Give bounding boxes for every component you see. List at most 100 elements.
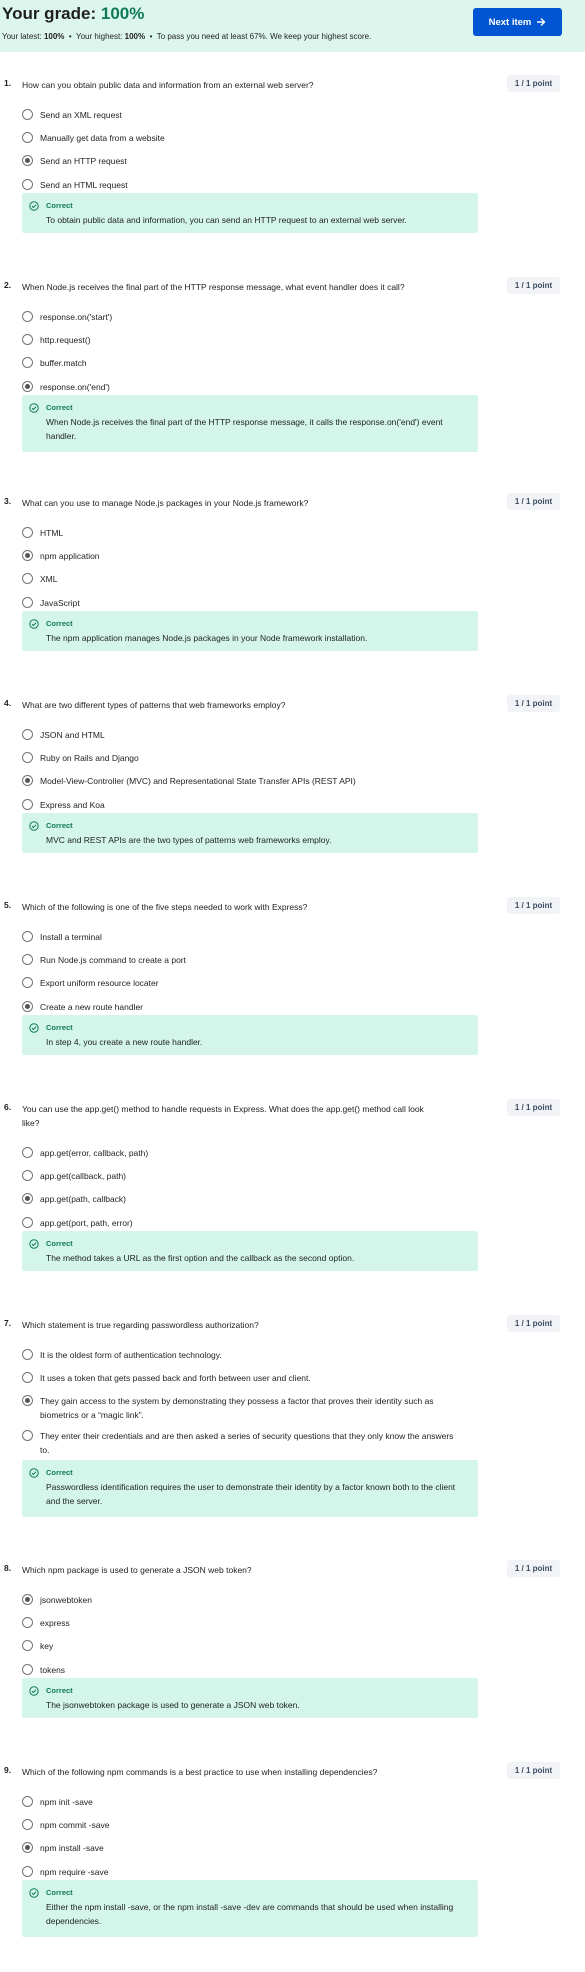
answer-option[interactable]: Export uniform resource locater — [22, 976, 462, 990]
option-label: XML — [40, 574, 58, 584]
radio-button[interactable] — [22, 1170, 33, 1181]
answer-option[interactable]: response.on('end') — [22, 380, 462, 394]
radio-button[interactable] — [22, 799, 33, 810]
radio-button[interactable] — [22, 597, 33, 608]
option-label: npm install -save — [40, 1843, 104, 1853]
option-label: response.on('end') — [40, 382, 110, 392]
radio-button[interactable] — [22, 977, 33, 988]
answer-option[interactable]: jsonwebtoken — [22, 1593, 462, 1607]
answer-option[interactable]: Send an HTTP request — [22, 154, 462, 168]
radio-button[interactable] — [22, 573, 33, 584]
question-text: Which of the following is one of the fiv… — [22, 902, 308, 912]
feedback-label: Correct — [46, 1888, 73, 1897]
radio-button[interactable] — [22, 1001, 33, 1012]
radio-button[interactable] — [22, 527, 33, 538]
feedback-box: Correct When Node.js receives the final p… — [22, 395, 478, 452]
feedback-box: Correct The npm application manages Node.… — [22, 611, 478, 651]
radio-button[interactable] — [22, 1594, 33, 1605]
answer-option[interactable]: Ruby on Rails and Django — [22, 751, 462, 765]
radio-button[interactable] — [22, 775, 33, 786]
answer-option[interactable]: It is the oldest form of authentication … — [22, 1348, 462, 1362]
radio-button[interactable] — [22, 311, 33, 322]
answer-option[interactable]: JavaScript — [22, 596, 462, 610]
answer-option[interactable]: They gain access to the system by demons… — [22, 1394, 462, 1422]
check-circle-icon — [29, 821, 39, 831]
answer-option[interactable]: tokens — [22, 1663, 462, 1677]
radio-button[interactable] — [22, 1617, 33, 1628]
question-text: Which npm package is used to generate a … — [22, 1565, 252, 1575]
answer-option[interactable]: XML — [22, 572, 462, 586]
radio-button[interactable] — [22, 550, 33, 561]
option-label: app.get(port, path, error) — [40, 1218, 133, 1228]
answer-option[interactable]: npm application — [22, 549, 462, 563]
option-label: app.get(error, callback, path) — [40, 1148, 149, 1158]
option-label: Send an XML request — [40, 110, 122, 120]
answer-option[interactable]: app.get(path, callback) — [22, 1192, 462, 1206]
radio-button[interactable] — [22, 1842, 33, 1853]
answer-option[interactable]: Create a new route handler — [22, 1000, 462, 1014]
next-item-button[interactable]: Next item — [473, 8, 562, 36]
radio-button[interactable] — [22, 179, 33, 190]
answer-option[interactable]: JSON and HTML — [22, 728, 462, 742]
option-label: It is the oldest form of authentication … — [40, 1350, 222, 1360]
radio-button[interactable] — [22, 334, 33, 345]
points-badge: 1 / 1 point — [507, 1315, 560, 1332]
answer-option[interactable]: Run Node.js command to create a port — [22, 953, 462, 967]
points-badge: 1 / 1 point — [507, 695, 560, 712]
feedback-label: Correct — [46, 1468, 73, 1477]
radio-button[interactable] — [22, 1193, 33, 1204]
radio-button[interactable] — [22, 1866, 33, 1877]
radio-button[interactable] — [22, 1349, 33, 1360]
answer-option[interactable]: key — [22, 1639, 462, 1653]
answer-option[interactable]: Express and Koa — [22, 798, 462, 812]
radio-button[interactable] — [22, 1147, 33, 1158]
radio-button[interactable] — [22, 1395, 33, 1406]
radio-button[interactable] — [22, 109, 33, 120]
answer-option[interactable]: They enter their credentials and are the… — [22, 1429, 462, 1457]
arrow-right-icon — [537, 18, 546, 26]
grade-value: 100% — [100, 4, 145, 23]
answer-option[interactable]: http.request() — [22, 333, 462, 347]
radio-button[interactable] — [22, 1640, 33, 1651]
radio-button[interactable] — [22, 357, 33, 368]
latest-score: 100% — [43, 32, 65, 41]
feedback-text: The jsonwebtoken package is used to gene… — [46, 1700, 300, 1710]
answer-option[interactable]: npm require -save — [22, 1865, 462, 1879]
answer-option[interactable]: app.get(error, callback, path) — [22, 1146, 462, 1160]
answer-option[interactable]: npm init -save — [22, 1795, 462, 1809]
answer-option[interactable]: response.on('start') — [22, 310, 462, 324]
answer-option[interactable]: It uses a token that gets passed back an… — [22, 1371, 462, 1385]
answer-option[interactable]: npm commit -save — [22, 1818, 462, 1832]
check-circle-icon — [29, 1888, 39, 1898]
radio-button[interactable] — [22, 1430, 33, 1441]
answer-option[interactable]: Model-View-Controller (MVC) and Represen… — [22, 774, 462, 788]
radio-button[interactable] — [22, 954, 33, 965]
answer-option[interactable]: Install a terminal — [22, 930, 462, 944]
question-number: 1. — [4, 78, 12, 88]
radio-button[interactable] — [22, 1372, 33, 1383]
option-label: Ruby on Rails and Django — [40, 753, 139, 763]
radio-button[interactable] — [22, 381, 33, 392]
option-label: npm commit -save — [40, 1820, 110, 1830]
radio-button[interactable] — [22, 1217, 33, 1228]
radio-button[interactable] — [22, 729, 33, 740]
answer-option[interactable]: Manually get data from a website — [22, 131, 462, 145]
radio-button[interactable] — [22, 132, 33, 143]
answer-option[interactable]: npm install -save — [22, 1841, 462, 1855]
answer-option[interactable]: express — [22, 1616, 462, 1630]
radio-button[interactable] — [22, 931, 33, 942]
radio-button[interactable] — [22, 1819, 33, 1830]
feedback-text: To obtain public data and information, y… — [46, 215, 407, 225]
radio-button[interactable] — [22, 1796, 33, 1807]
option-label: http.request() — [40, 335, 91, 345]
answer-option[interactable]: Send an XML request — [22, 108, 462, 122]
radio-button[interactable] — [22, 752, 33, 763]
option-label: Create a new route handler — [40, 1002, 144, 1012]
answer-option[interactable]: app.get(port, path, error) — [22, 1216, 462, 1230]
answer-option[interactable]: Send an HTML request — [22, 178, 462, 192]
answer-option[interactable]: app.get(callback, path) — [22, 1169, 462, 1183]
radio-button[interactable] — [22, 155, 33, 166]
answer-option[interactable]: HTML — [22, 526, 462, 540]
radio-button[interactable] — [22, 1664, 33, 1675]
answer-option[interactable]: buffer.match — [22, 356, 462, 370]
